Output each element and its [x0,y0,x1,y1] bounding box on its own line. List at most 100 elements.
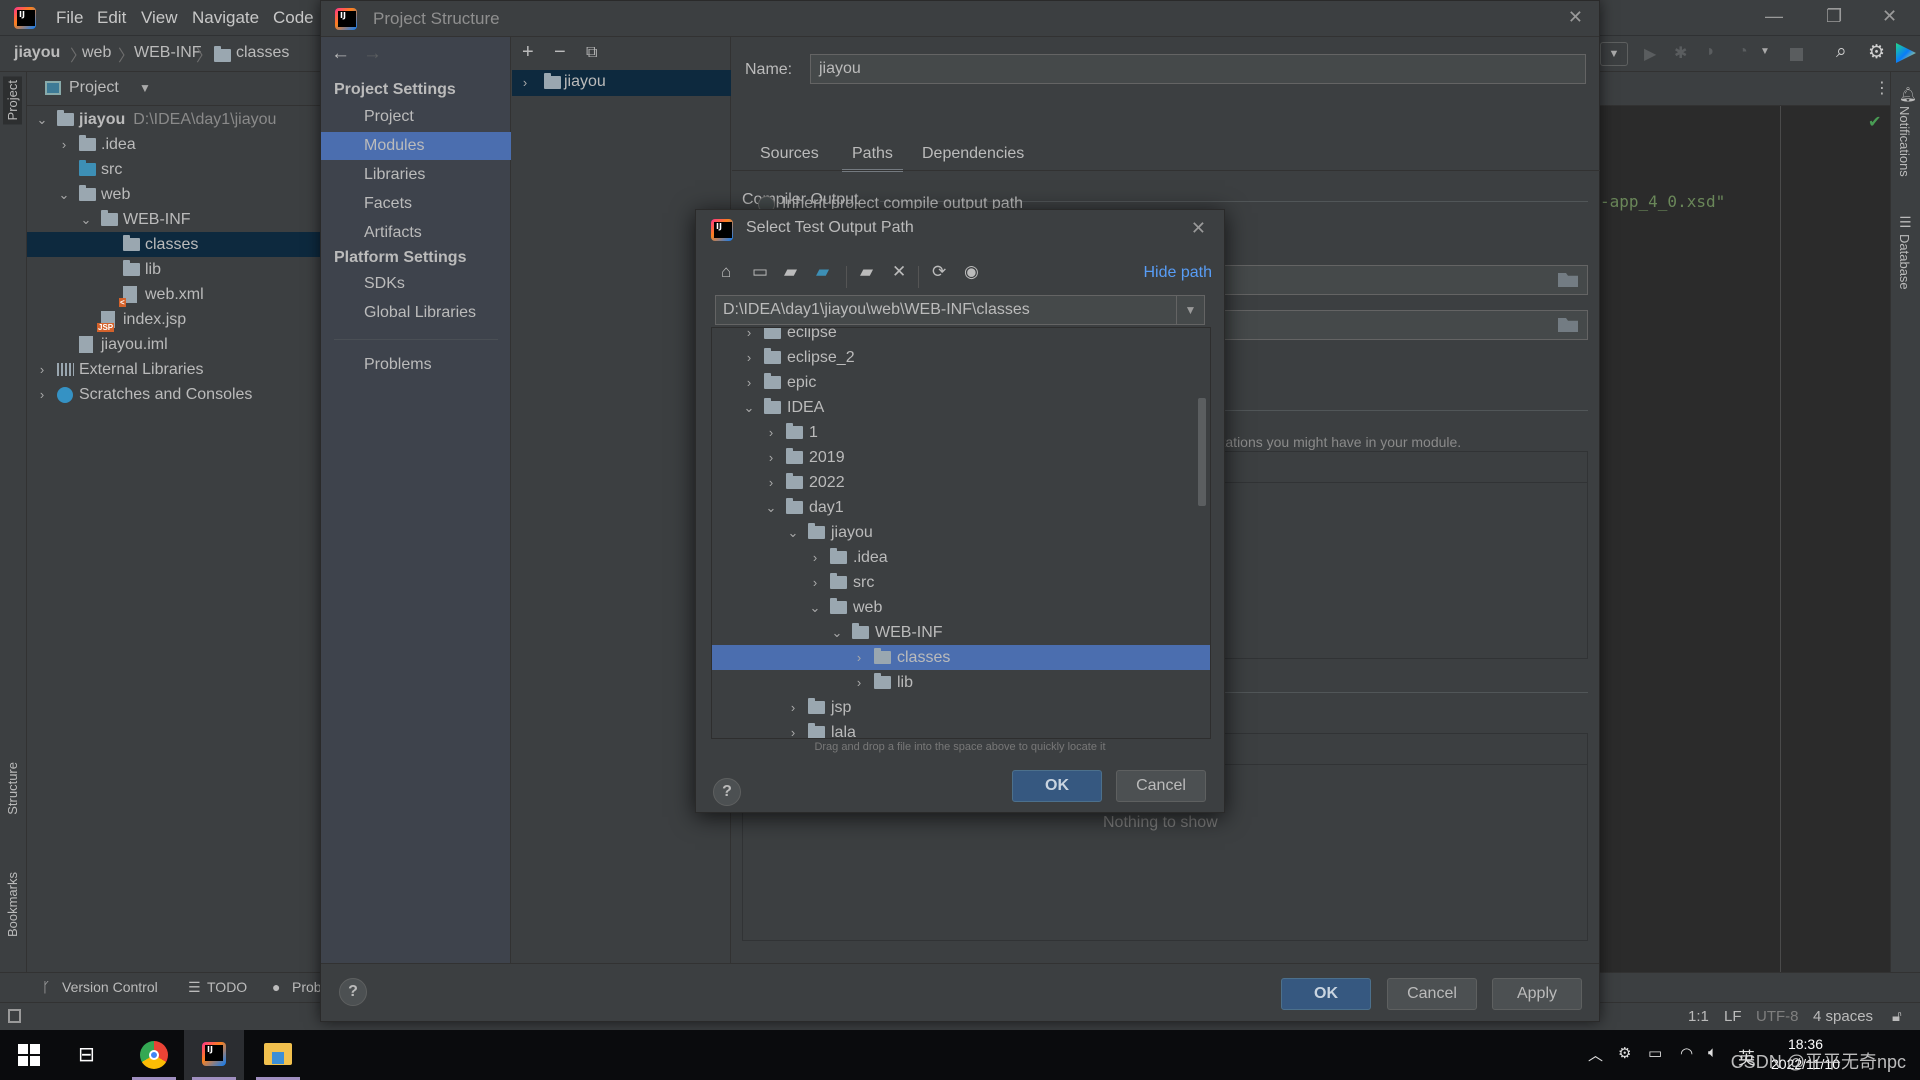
chevron-right-icon[interactable]: › [35,357,49,382]
tab-paths[interactable]: Paths [842,145,903,172]
menu-view[interactable]: View [141,8,178,28]
tree-item[interactable]: ⌄ WEB-INF [27,207,320,232]
home-icon[interactable]: ⌂ [721,262,731,282]
module-folder-icon[interactable]: ▰ [816,262,829,282]
taskbar-explorer[interactable] [248,1030,308,1080]
remove-icon[interactable]: − [554,41,566,64]
file-tree-item[interactable]: › classes [712,645,1210,670]
project-view-title[interactable]: Project [69,79,119,97]
menu-code[interactable]: Code [273,8,314,28]
chevron-right-icon[interactable]: › [786,695,800,720]
tab-bookmarks[interactable]: Bookmarks [5,872,20,937]
new-folder-icon[interactable]: ▰ [860,262,873,282]
chevron-right-icon[interactable]: › [742,345,756,370]
coverage-icon[interactable]: ◗ [1706,43,1716,61]
nav-project[interactable]: Project [321,103,511,131]
ok-button[interactable]: OK [1281,978,1371,1010]
desktop-icon[interactable]: ▭ [752,262,768,282]
tree-item[interactable]: JSP index.jsp [27,307,320,332]
tab-dependencies[interactable]: Dependencies [922,145,1024,163]
more-options-icon[interactable]: ⋮ [1874,78,1890,98]
show-hidden-icon[interactable]: ◉ [964,262,979,282]
close-icon[interactable]: ✕ [1191,218,1206,239]
tool-version-control[interactable]: Version Control [62,979,158,995]
indent-setting[interactable]: 4 spaces [1813,1008,1873,1025]
file-tree-item[interactable]: ⌄ jiayou [712,520,1210,545]
tree-item[interactable]: jiayou.iml [27,332,320,357]
caret-position[interactable]: 1:1 [1688,1008,1709,1025]
gear-icon[interactable]: ⚙ [1868,41,1885,64]
chevron-right-icon[interactable]: › [852,670,866,695]
nav-problems[interactable]: Problems [321,351,511,379]
file-tree-item[interactable]: › 2019 [712,445,1210,470]
apply-button[interactable]: Apply [1492,978,1582,1010]
tree-item[interactable]: classes [27,232,320,257]
file-tree-item[interactable]: › eclipse_2 [712,345,1210,370]
breadcrumb-item[interactable]: web [82,44,111,62]
taskbar-chrome[interactable] [124,1030,184,1080]
chevron-right-icon[interactable]: › [852,645,866,670]
nav-sdks[interactable]: SDKs [321,270,511,298]
wifi-icon[interactable]: ◠ [1680,1044,1693,1062]
menu-edit[interactable]: Edit [97,8,126,28]
chevron-down-icon[interactable]: ⌄ [786,520,800,545]
profile-icon[interactable]: ◔ [1738,43,1748,61]
project-folder-icon[interactable]: ▰ [784,262,797,282]
refresh-icon[interactable]: ⟳ [932,262,946,282]
nav-facets[interactable]: Facets [321,190,511,218]
back-icon[interactable]: ← [331,43,350,65]
nav-libraries[interactable]: Libraries [321,161,511,189]
bell-icon[interactable]: 🔔︎ [1899,86,1917,103]
restore-icon[interactable]: ❐ [1826,6,1842,27]
help-button[interactable]: ? [339,978,367,1006]
file-encoding[interactable]: UTF-8 [1756,1008,1799,1025]
file-tree-item[interactable]: › jsp [712,695,1210,720]
lock-icon[interactable]: 🔓︎ [1892,1008,1902,1025]
nav-modules[interactable]: Modules [321,132,511,160]
minimize-icon[interactable]: — [1765,6,1783,27]
module-row[interactable]: › jiayou [512,70,731,96]
chevron-down-icon[interactable]: ⌄ [79,207,93,232]
breadcrumb-item[interactable]: jiayou [14,44,60,62]
copy-icon[interactable]: ⧉ [586,44,597,62]
tab-structure[interactable]: Structure [5,762,20,815]
chevron-down-icon[interactable]: ⌄ [764,495,778,520]
dropdown-arrow-icon[interactable]: ▼ [1760,46,1770,57]
tree-item[interactable]: lib [27,257,320,282]
chevron-down-icon[interactable]: ⌄ [742,395,756,420]
cancel-button[interactable]: Cancel [1387,978,1477,1010]
file-tree-item[interactable]: › 1 [712,420,1210,445]
file-tree-item[interactable]: › lala [712,720,1210,738]
help-button[interactable]: ? [713,778,741,806]
volume-icon[interactable]: 🔈︎ [1708,1044,1717,1061]
chevron-right-icon[interactable]: › [57,132,71,157]
tree-item[interactable]: < web.xml [27,282,320,307]
chevron-right-icon[interactable]: › [808,545,822,570]
task-view-icon[interactable]: ⊟ [78,1042,95,1067]
file-tree-item[interactable]: ⌄ IDEA [712,395,1210,420]
tray-expand-icon[interactable]: ︿ [1588,1044,1603,1065]
breadcrumb-item[interactable]: WEB-INF [134,44,202,62]
close-icon[interactable]: ✕ [1568,7,1583,28]
menu-file[interactable]: File [56,8,83,28]
chevron-right-icon[interactable]: › [764,445,778,470]
chevron-right-icon[interactable]: › [742,370,756,395]
close-window-icon[interactable]: ✕ [1882,6,1897,27]
chevron-right-icon[interactable]: › [764,470,778,495]
scrollbar[interactable] [1198,398,1206,506]
tree-item[interactable]: ⌄ jiayou D:\IDEA\day1\jiayou [27,107,320,132]
forward-icon[interactable]: → [363,43,382,65]
tool-todo[interactable]: TODO [207,979,247,995]
nav-global-libraries[interactable]: Global Libraries [321,299,511,327]
file-tree-item[interactable]: › src [712,570,1210,595]
hide-path-link[interactable]: Hide path [1144,264,1213,282]
tree-item[interactable]: › External Libraries [27,357,320,382]
delete-icon[interactable]: ✕ [892,262,906,282]
file-tree-item[interactable]: › .idea [712,545,1210,570]
editor-area[interactable]: ✔ -app_4_0.xsd" [1600,106,1890,972]
file-tree-item[interactable]: › 2022 [712,470,1210,495]
search-icon[interactable]: ⌕ [1836,41,1847,63]
chevron-down-icon[interactable]: ⌄ [830,620,844,645]
file-tree-item[interactable]: › lib [712,670,1210,695]
stop-icon[interactable] [1790,48,1803,61]
